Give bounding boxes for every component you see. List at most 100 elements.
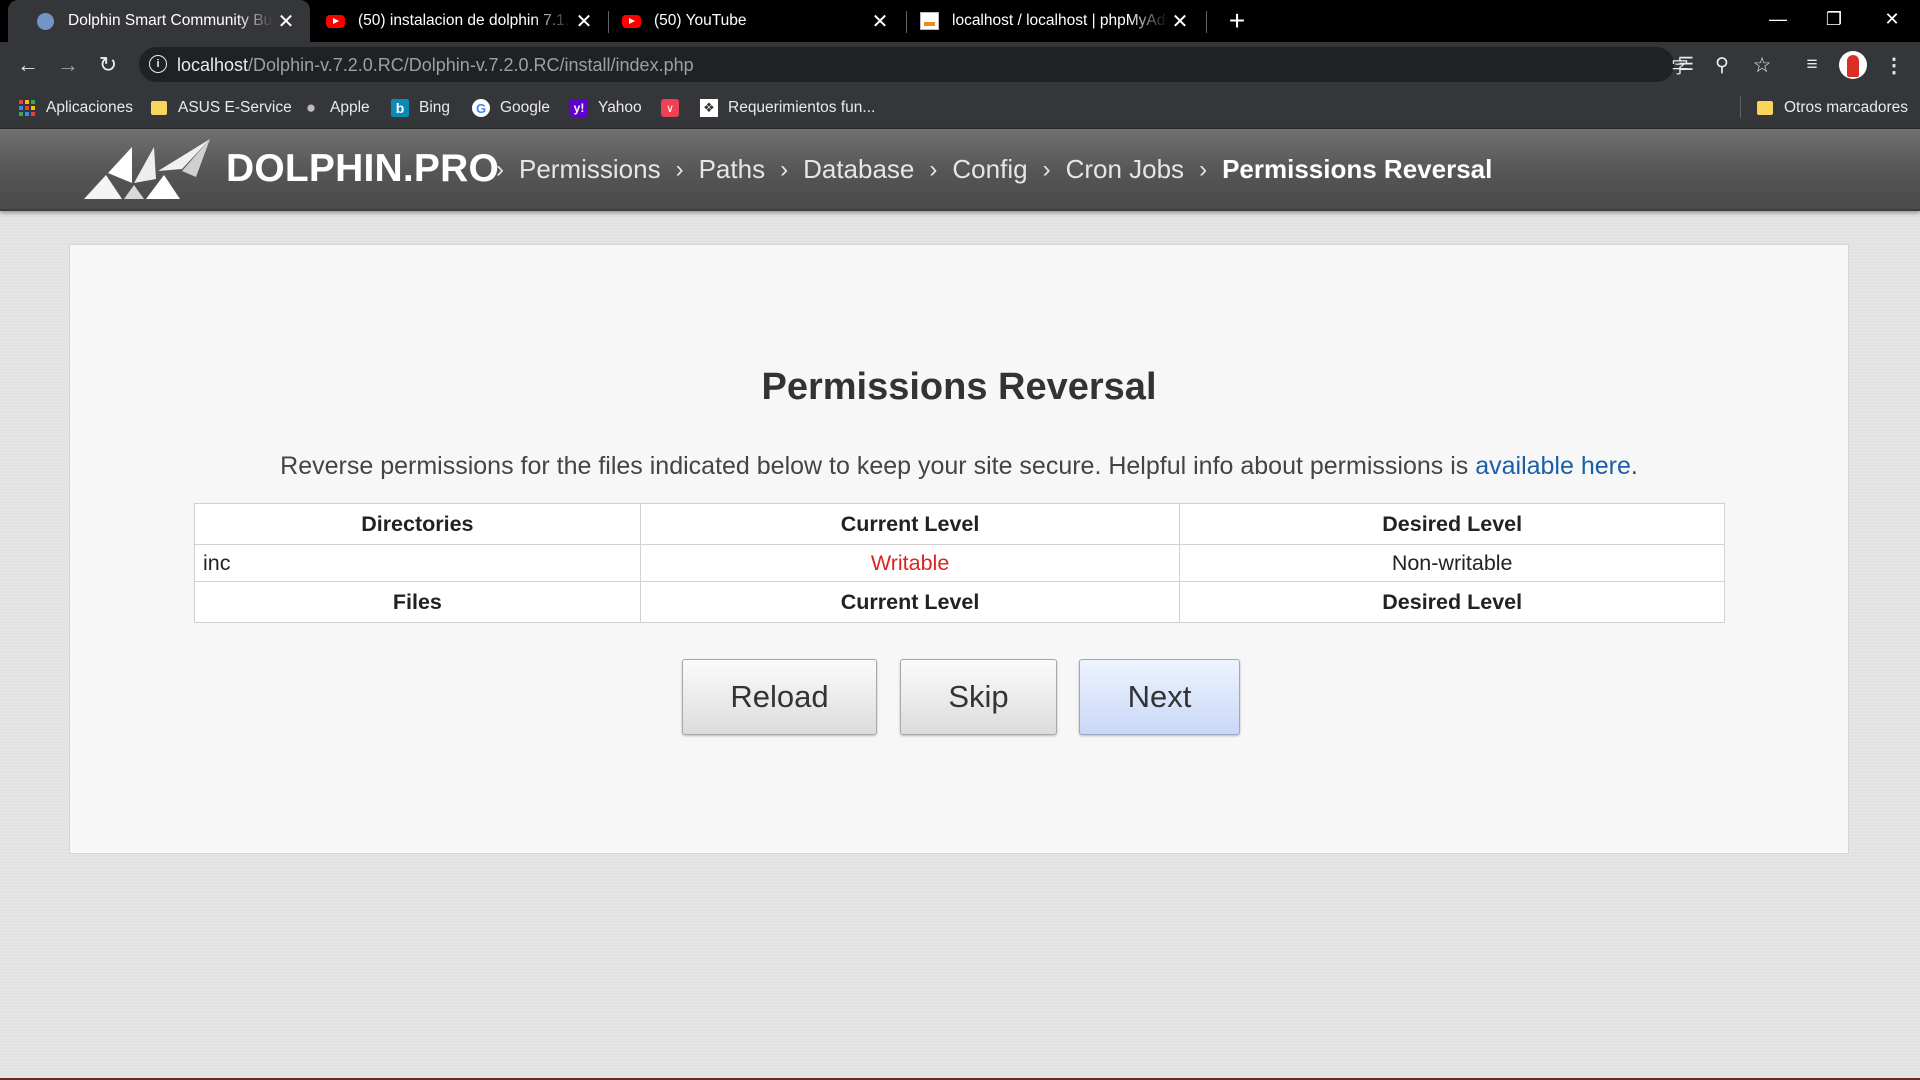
folder-icon — [1756, 99, 1774, 117]
install-panel: Permissions Reversal Reverse permissions… — [69, 244, 1849, 854]
page-title: Permissions Reversal — [761, 366, 1157, 408]
breadcrumb-separator: › — [929, 155, 938, 183]
bookmark-bing[interactable]: b Bing — [391, 96, 450, 120]
bookmark-pocket[interactable]: ∨ — [661, 96, 689, 120]
close-tab-icon[interactable]: ✕ — [572, 9, 596, 33]
header-files: Files — [194, 581, 641, 623]
tab-title: (50) instalacion de dolphin 7.1.4 — [358, 12, 572, 29]
bookmark-otros-marcadores[interactable]: Otros marcadores — [1756, 96, 1908, 120]
header-current-level: Current Level — [639, 581, 1181, 623]
tab-youtube[interactable]: (50) YouTube ✕ — [612, 0, 904, 42]
apps-grid-icon — [18, 99, 36, 117]
table-header-row: Files Current Level Desired Level — [194, 581, 1725, 623]
breadcrumb-separator: › — [1042, 155, 1051, 183]
permissions-table: Directories Current Level Desired Level … — [194, 503, 1725, 623]
translate-icon[interactable]: 字 — [1664, 49, 1696, 81]
tab-title: (50) YouTube — [654, 12, 747, 29]
zoom-icon[interactable]: ⚲ — [1706, 49, 1738, 81]
bookmark-aplicaciones[interactable]: Aplicaciones — [18, 96, 133, 120]
bookmark-star-icon[interactable]: ☆ — [1746, 49, 1778, 81]
google-icon: G — [472, 99, 490, 117]
close-window-icon[interactable]: ✕ — [1864, 0, 1920, 38]
dolphin-logo-icon — [84, 139, 210, 199]
page-content: DOLPHIN.PRO › Permissions › Paths › Data… — [0, 129, 1920, 1080]
table-header-row: Directories Current Level Desired Level — [194, 503, 1725, 545]
bookmark-label: Yahoo — [598, 99, 642, 116]
intro-end: . — [1630, 452, 1638, 480]
url-host: localhost — [177, 55, 249, 75]
site-brand[interactable]: DOLPHIN.PRO — [226, 147, 499, 191]
header-current-level: Current Level — [639, 503, 1181, 545]
tab-title: Dolphin Smart Community Builder — [68, 12, 274, 29]
breadcrumb-database: Database — [803, 154, 915, 184]
breadcrumb-current: Permissions Reversal — [1222, 154, 1493, 184]
directory-name: inc — [194, 544, 641, 582]
bookmark-requerimientos[interactable]: ❖ Requerimientos fun... — [700, 96, 875, 120]
bookmark-label: ASUS E-Service — [178, 99, 292, 116]
breadcrumb-separator: › — [496, 155, 504, 183]
bookmarks-divider — [1740, 96, 1741, 118]
media-queue-icon[interactable]: ≡ — [1796, 49, 1828, 81]
bookmark-label: Bing — [419, 99, 451, 116]
site-info-icon[interactable]: i — [149, 55, 167, 73]
tab-divider — [906, 11, 907, 33]
header-desired-level: Desired Level — [1179, 503, 1725, 545]
tab-divider — [608, 11, 609, 33]
site-header: DOLPHIN.PRO › Permissions › Paths › Data… — [0, 129, 1920, 211]
bookmark-yahoo[interactable]: y! Yahoo — [570, 96, 642, 120]
reload-button[interactable]: Reload — [682, 659, 877, 735]
tab-divider — [1206, 11, 1207, 33]
back-icon[interactable]: ← — [12, 49, 44, 81]
desired-level-value: Non-writable — [1179, 544, 1725, 582]
breadcrumb-separator: › — [1199, 155, 1208, 183]
tab-phpmyadmin[interactable]: localhost / localhost | phpMyAdmin ✕ — [910, 0, 1204, 42]
restore-icon[interactable]: ❐ — [1806, 0, 1862, 38]
url-text[interactable]: localhost/Dolphin-v.7.2.0.RC/Dolphin-v.7… — [177, 55, 694, 76]
close-tab-icon[interactable]: ✕ — [1168, 9, 1192, 33]
bookmark-label: Requerimientos fun... — [728, 99, 876, 116]
close-tab-icon[interactable]: ✕ — [868, 9, 892, 33]
profile-avatar[interactable] — [1839, 51, 1867, 79]
intro-body: Reverse permissions for the files indica… — [280, 452, 1476, 480]
bookmark-asus[interactable]: ASUS E-Service — [150, 96, 292, 120]
header-desired-level: Desired Level — [1179, 581, 1725, 623]
phpmyadmin-icon — [920, 12, 939, 31]
forward-icon[interactable]: → — [52, 49, 84, 81]
breadcrumb: › Permissions › Paths › Database › Confi… — [496, 154, 1492, 185]
reload-page-icon[interactable]: ↻ — [92, 49, 124, 81]
breadcrumb-separator: › — [780, 155, 789, 183]
current-level-value: Writable — [639, 544, 1181, 582]
header-directories: Directories — [194, 503, 641, 545]
bookmark-label: Google — [500, 99, 550, 116]
breadcrumb-config: Config — [952, 154, 1028, 184]
breadcrumb-separator: › — [675, 155, 684, 183]
skip-button[interactable]: Skip — [900, 659, 1057, 735]
globe-icon — [36, 12, 55, 31]
bookmark-label: Aplicaciones — [46, 99, 134, 116]
puzzle-icon: ❖ — [700, 99, 718, 117]
folder-icon — [150, 99, 168, 117]
browser-tab-strip: Dolphin Smart Community Builder ✕ (50) i… — [0, 0, 1920, 42]
tab-dolphin[interactable]: Dolphin Smart Community Builder ✕ — [8, 0, 310, 42]
bookmark-label: Otros marcadores — [1784, 99, 1909, 116]
bookmark-google[interactable]: G Google — [472, 96, 550, 120]
bookmarks-bar: Aplicaciones ASUS E-Service ● Apple b Bi… — [0, 88, 1920, 129]
browser-toolbar: ← → ↻ i localhost/Dolphin-v.7.2.0.RC/Dol… — [0, 42, 1920, 88]
breadcrumb-permissions: Permissions — [519, 154, 661, 184]
address-bar[interactable]: i localhost/Dolphin-v.7.2.0.RC/Dolphin-v… — [139, 47, 1694, 82]
intro-text: Reverse permissions for the files indica… — [70, 452, 1848, 481]
bing-icon: b — [391, 99, 409, 117]
youtube-icon — [622, 12, 641, 31]
bookmark-label: Apple — [330, 99, 370, 116]
yahoo-icon: y! — [570, 99, 588, 117]
bookmark-apple[interactable]: ● Apple — [302, 96, 370, 120]
new-tab-button[interactable]: + — [1222, 5, 1252, 36]
close-tab-icon[interactable]: ✕ — [274, 9, 298, 33]
available-here-link[interactable]: available here — [1475, 452, 1631, 480]
breadcrumb-paths: Paths — [698, 154, 766, 184]
tab-youtube-video[interactable]: (50) instalacion de dolphin 7.1.4 ✕ — [316, 0, 608, 42]
browser-menu-icon[interactable]: ⋮ — [1880, 50, 1908, 80]
next-button[interactable]: Next — [1079, 659, 1240, 735]
minimize-icon[interactable]: — — [1750, 0, 1806, 38]
breadcrumb-cron-jobs: Cron Jobs — [1065, 154, 1185, 184]
